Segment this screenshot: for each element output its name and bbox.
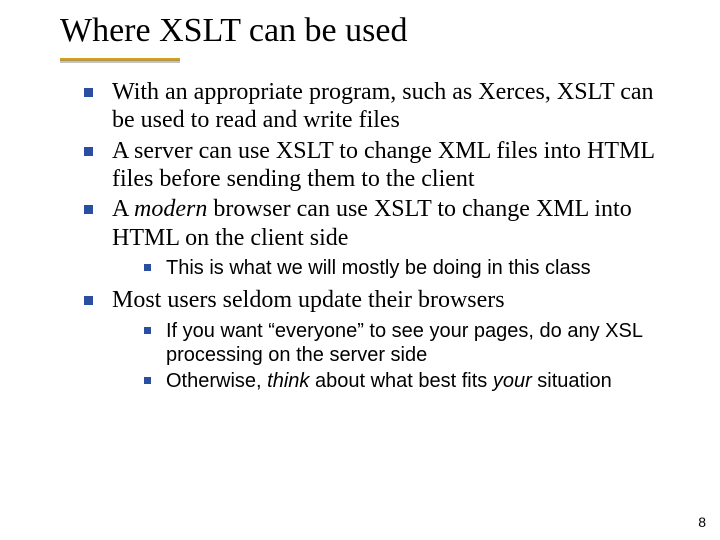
- bullet-text: Most users seldom update their browsers: [112, 287, 505, 313]
- bullet-text: This is what we will mostly be doing in …: [166, 257, 591, 279]
- slide-title: Where XSLT can be used: [60, 12, 680, 49]
- bullet-text: A server can use XSLT to change XML file…: [112, 138, 654, 192]
- bullet-text: If you want “everyone” to see your pages…: [166, 320, 642, 366]
- bullet-text-emph: think: [267, 370, 309, 392]
- sub-bullet-list: If you want “everyone” to see your pages…: [112, 319, 682, 394]
- bullet-text: A: [112, 196, 134, 222]
- sub-bullet-item: Otherwise, think about what best fits yo…: [142, 369, 682, 393]
- body-content: With an appropriate program, such as Xer…: [82, 78, 682, 400]
- bullet-item: Most users seldom update their browsers …: [82, 286, 682, 393]
- sub-bullet-list: This is what we will mostly be doing in …: [112, 256, 682, 280]
- bullet-text: With an appropriate program, such as Xer…: [112, 79, 654, 133]
- bullet-list: With an appropriate program, such as Xer…: [82, 78, 682, 394]
- bullet-text: Otherwise,: [166, 370, 267, 392]
- title-area: Where XSLT can be used: [60, 12, 680, 49]
- page-number: 8: [698, 514, 706, 530]
- bullet-item: A modern browser can use XSLT to change …: [82, 195, 682, 280]
- bullet-text: situation: [532, 370, 612, 392]
- bullet-text: about what best fits: [309, 370, 492, 392]
- slide: Where XSLT can be used With an appropria…: [0, 0, 720, 540]
- bullet-item: With an appropriate program, such as Xer…: [82, 78, 682, 135]
- bullet-item: A server can use XSLT to change XML file…: [82, 137, 682, 194]
- bullet-text-emph: your: [493, 370, 532, 392]
- title-underline: [60, 58, 180, 61]
- sub-bullet-item: This is what we will mostly be doing in …: [142, 256, 682, 280]
- sub-bullet-item: If you want “everyone” to see your pages…: [142, 319, 682, 368]
- bullet-text-emph: modern: [134, 196, 207, 222]
